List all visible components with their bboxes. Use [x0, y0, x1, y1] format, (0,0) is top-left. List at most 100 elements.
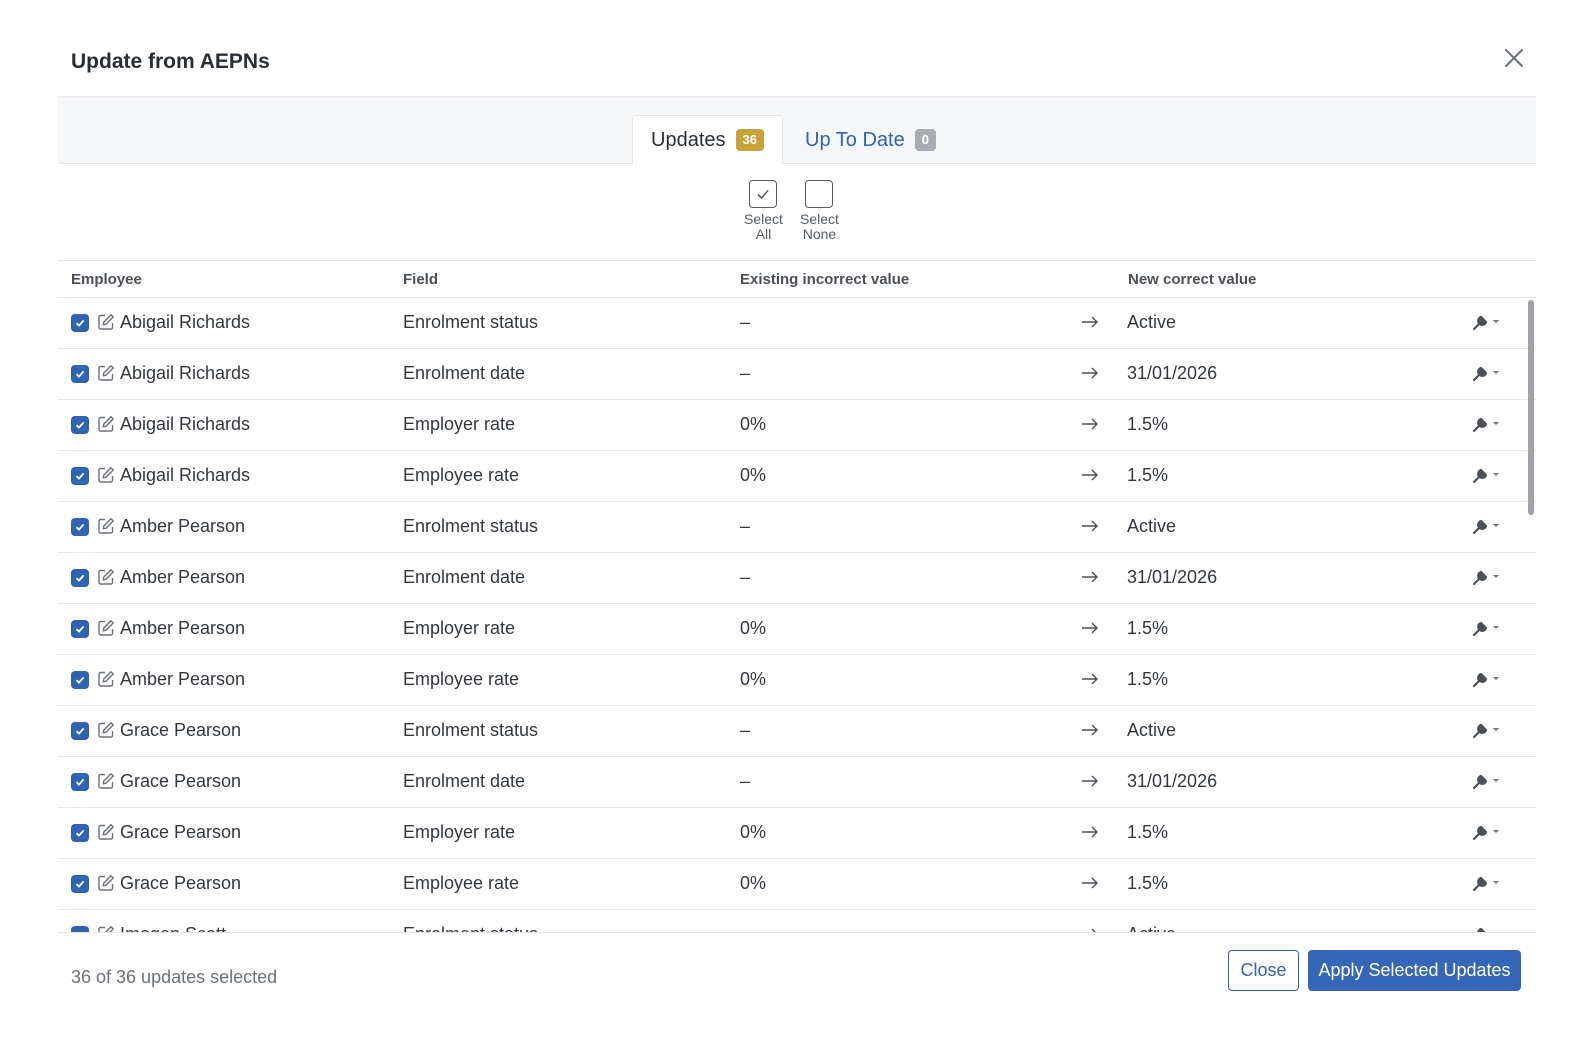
- wrench-icon[interactable]: [1471, 414, 1501, 434]
- edit-icon[interactable]: [96, 516, 116, 536]
- row-checkbox[interactable]: [71, 722, 89, 740]
- wrench-icon[interactable]: [1471, 516, 1501, 536]
- wrench-icon[interactable]: [1471, 618, 1501, 638]
- edit-icon[interactable]: [96, 312, 116, 332]
- edit-icon[interactable]: [96, 567, 116, 587]
- wrench-icon[interactable]: [1471, 363, 1501, 383]
- edit-icon[interactable]: [96, 465, 116, 485]
- field-name: Employer rate: [403, 822, 516, 842]
- tab-up-to-date-label: Up To Date: [805, 128, 905, 151]
- table-row: Abigail Richards Enrolment date – 31/01/…: [58, 349, 1536, 400]
- tab-updates[interactable]: Updates 36: [632, 115, 783, 165]
- edit-icon[interactable]: [96, 924, 116, 932]
- table-row: Grace Pearson Enrolment date – 31/01/202…: [58, 757, 1536, 808]
- wrench-icon[interactable]: [1471, 924, 1501, 932]
- header-new-value: New correct value: [1128, 271, 1257, 288]
- new-value: Active: [1127, 312, 1177, 332]
- table-body: Abigail Richards Enrolment status – Acti…: [58, 298, 1536, 932]
- wrench-icon[interactable]: [1471, 720, 1501, 740]
- table-row: Grace Pearson Employer rate 0% 1.5%: [58, 808, 1536, 859]
- existing-value: 0%: [740, 873, 767, 893]
- edit-icon[interactable]: [96, 414, 116, 434]
- wrench-icon[interactable]: [1471, 567, 1501, 587]
- field-name: Enrolment date: [403, 363, 526, 383]
- new-value: 1.5%: [1127, 465, 1169, 485]
- wrench-icon[interactable]: [1471, 669, 1501, 689]
- field-name: Enrolment date: [403, 567, 526, 587]
- edit-icon[interactable]: [96, 822, 116, 842]
- new-value: Active: [1127, 924, 1176, 932]
- arrow-right-icon: [1082, 316, 1098, 328]
- check-icon: [75, 370, 85, 378]
- apply-selected-updates-button[interactable]: Apply Selected Updates: [1308, 950, 1521, 991]
- tab-up-to-date[interactable]: Up To Date 0: [787, 115, 954, 165]
- select-all-label-line1: Select: [744, 211, 783, 227]
- existing-value: 0%: [740, 414, 767, 434]
- row-checkbox[interactable]: [71, 875, 89, 893]
- selected-count-text: 36 of 36 updates selected: [71, 967, 278, 987]
- row-checkbox[interactable]: [71, 365, 89, 383]
- update-dialog: Update from AEPNs Updates 36 Up To Date …: [0, 0, 1582, 1038]
- existing-value: –: [740, 924, 750, 932]
- field-name: Employee rate: [403, 669, 520, 689]
- arrow-right-icon: [1082, 724, 1098, 736]
- row-checkbox[interactable]: [71, 824, 89, 842]
- wrench-icon[interactable]: [1471, 312, 1501, 332]
- table-row: Grace Pearson Enrolment status – Active: [58, 706, 1536, 757]
- row-checkbox[interactable]: [71, 773, 89, 791]
- edit-icon[interactable]: [96, 363, 116, 383]
- new-value: 1.5%: [1127, 618, 1169, 638]
- footer-divider: [58, 932, 1536, 933]
- select-all-checkbox[interactable]: [749, 180, 778, 208]
- new-value: Active: [1127, 516, 1177, 536]
- row-checkbox[interactable]: [71, 569, 89, 587]
- employee-name: Grace Pearson: [120, 720, 242, 740]
- arrow-right-icon: [1082, 469, 1098, 481]
- wrench-icon[interactable]: [1471, 822, 1501, 842]
- field-name: Employee rate: [403, 873, 520, 893]
- wrench-icon[interactable]: [1471, 465, 1501, 485]
- edit-icon[interactable]: [96, 720, 116, 740]
- employee-name: Amber Pearson: [120, 618, 246, 638]
- existing-value: –: [740, 516, 751, 536]
- arrow-right-icon: [1082, 775, 1098, 787]
- select-all-button[interactable]: Select All: [744, 180, 783, 242]
- check-icon: [75, 421, 85, 429]
- arrow-right-icon: [1082, 877, 1098, 889]
- wrench-icon[interactable]: [1471, 771, 1501, 791]
- select-none-checkbox[interactable]: [805, 180, 834, 208]
- field-name: Enrolment date: [403, 771, 526, 791]
- row-checkbox[interactable]: [71, 416, 89, 434]
- new-value: 31/01/2026: [1127, 363, 1218, 383]
- row-checkbox[interactable]: [71, 671, 89, 689]
- row-checkbox[interactable]: [71, 518, 89, 536]
- wrench-icon[interactable]: [1471, 873, 1501, 893]
- edit-icon[interactable]: [96, 873, 116, 893]
- select-none-button[interactable]: Select None: [800, 180, 839, 242]
- employee-name: Abigail Richards: [120, 312, 251, 332]
- close-icon[interactable]: [1500, 44, 1528, 72]
- close-button[interactable]: Close: [1228, 950, 1299, 991]
- field-name: Enrolment status: [403, 720, 539, 740]
- arrow-right-icon: [1082, 826, 1098, 838]
- existing-value: –: [740, 312, 751, 332]
- scrollbar[interactable]: [1528, 300, 1534, 515]
- row-checkbox[interactable]: [71, 620, 89, 638]
- existing-value: 0%: [740, 618, 767, 638]
- arrow-right-icon: [1082, 418, 1098, 430]
- edit-icon[interactable]: [96, 771, 116, 791]
- new-value: 31/01/2026: [1127, 771, 1218, 791]
- new-value: 1.5%: [1127, 414, 1169, 434]
- existing-value: –: [740, 771, 751, 791]
- edit-icon[interactable]: [96, 669, 116, 689]
- header-field: Field: [403, 271, 439, 288]
- up-to-date-count-badge: 0: [914, 129, 936, 151]
- row-checkbox[interactable]: [71, 314, 89, 332]
- existing-value: –: [740, 363, 751, 383]
- new-value: 31/01/2026: [1127, 567, 1218, 587]
- row-checkbox[interactable]: [71, 467, 89, 485]
- employee-name: Imogen Scott: [120, 924, 226, 932]
- check-icon: [75, 319, 85, 327]
- check-icon: [75, 880, 85, 888]
- edit-icon[interactable]: [96, 618, 116, 638]
